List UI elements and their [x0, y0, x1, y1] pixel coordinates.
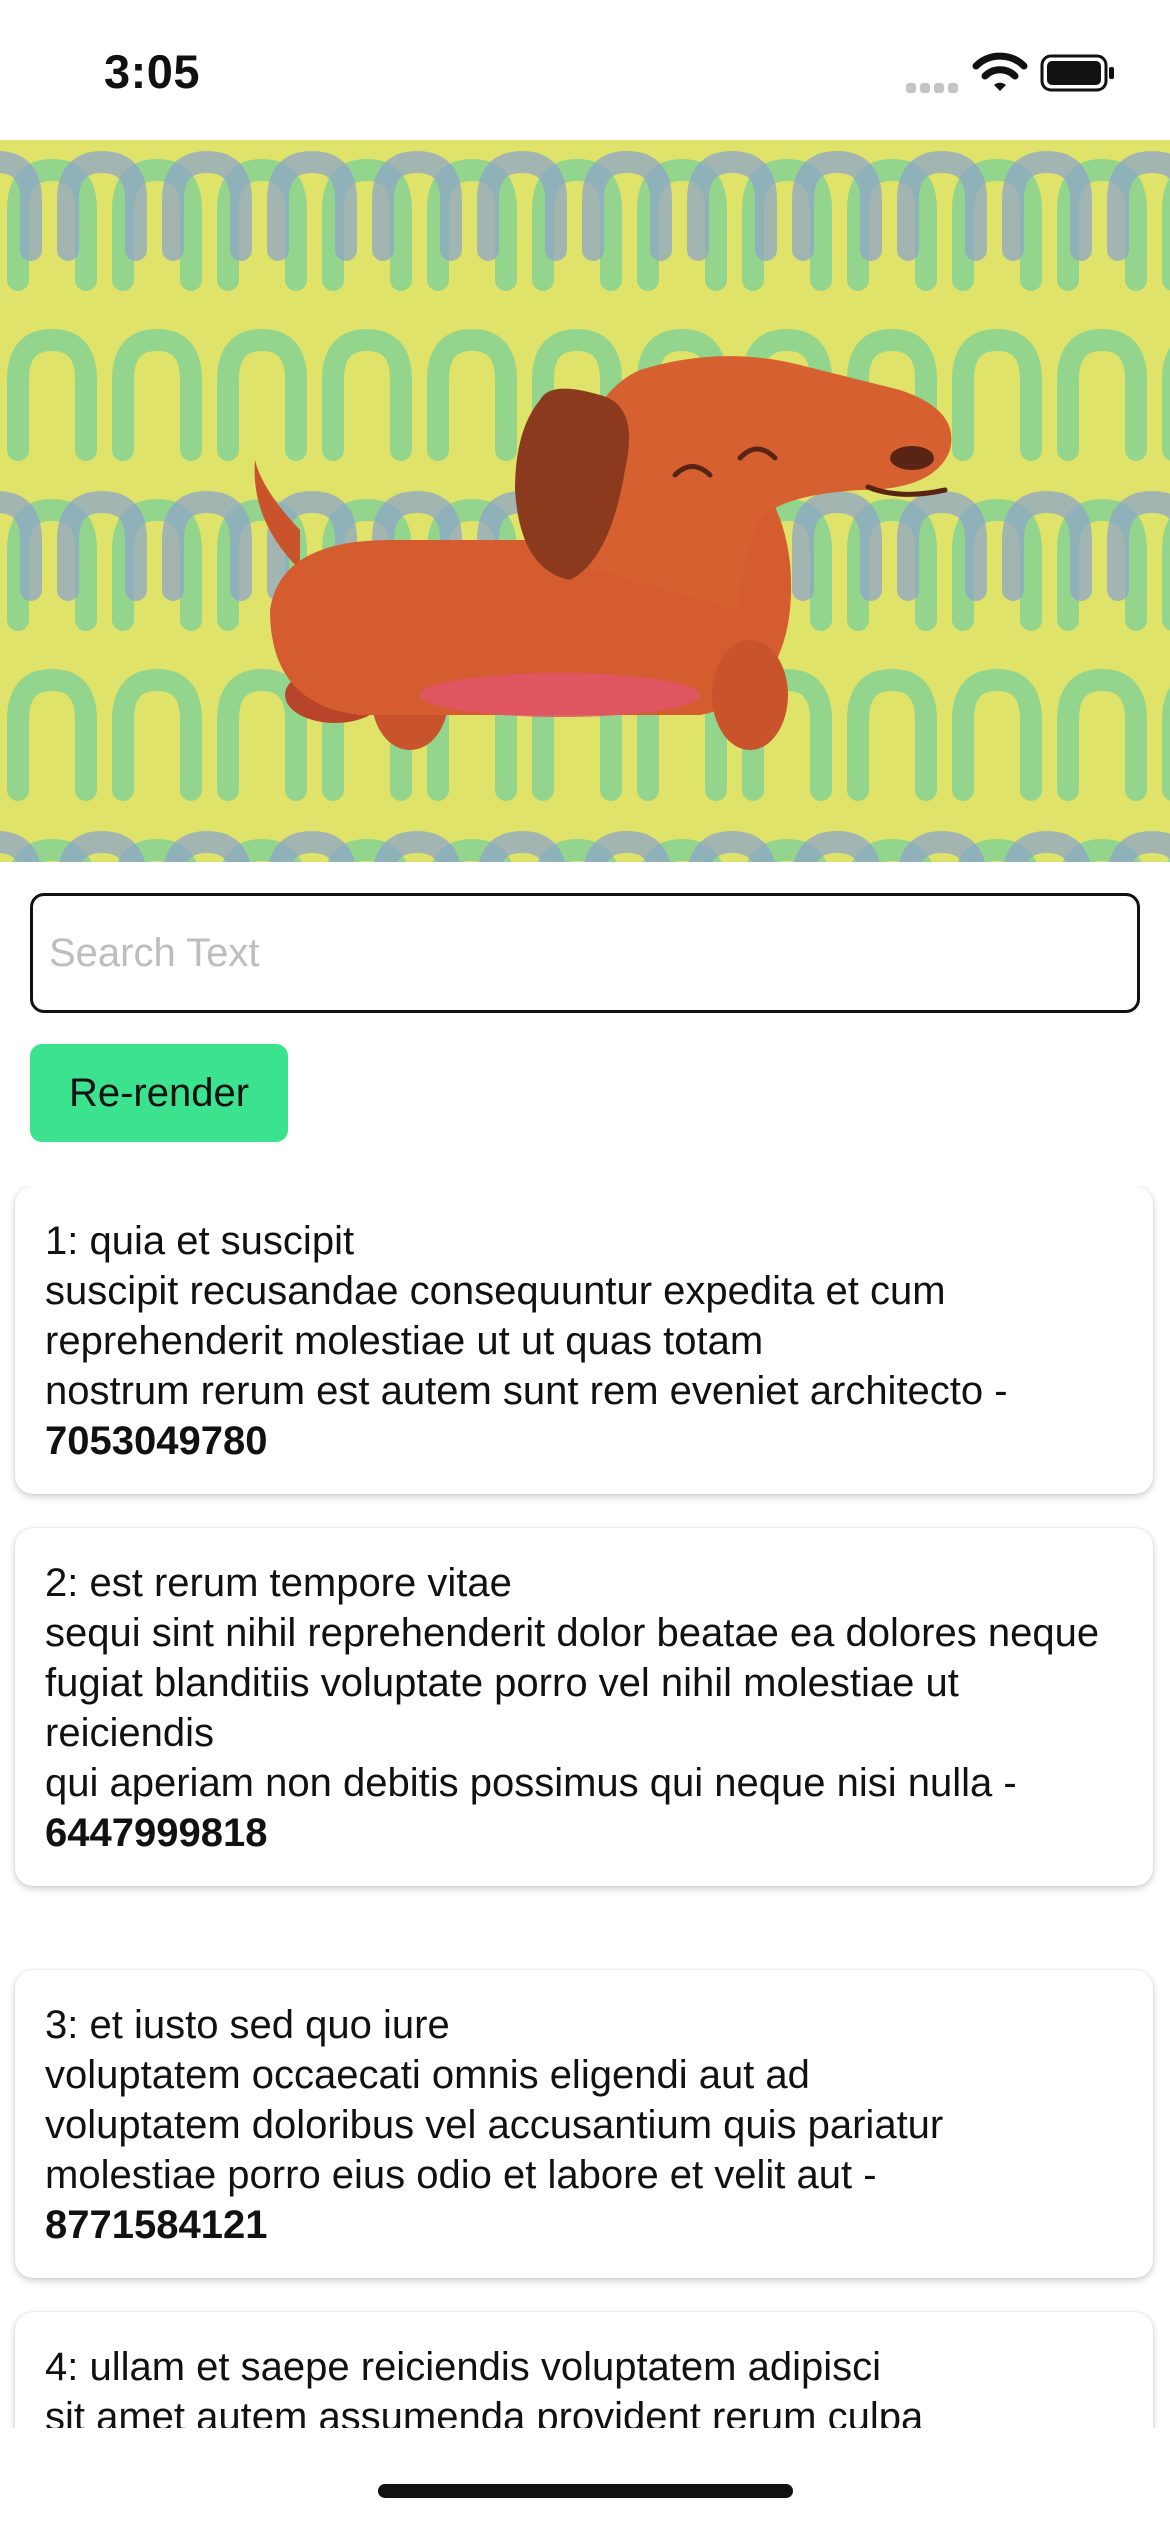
item-body-line: voluptatem occaecati omnis eligendi aut …	[45, 2053, 810, 2097]
item-body-line: sequi sint nihil reprehenderit dolor bea…	[45, 1611, 1100, 1655]
item-body-line: molestiae porro eius odio et labore et v…	[45, 2153, 877, 2197]
item-body-line: reprehenderit molestiae ut ut quas totam	[45, 1319, 764, 1363]
item-title: 3: et iusto sed quo iure	[45, 2003, 450, 2047]
item-body-line: suscipit recusandae consequuntur expedit…	[45, 1269, 946, 1313]
item-list[interactable]: 1: quia et suscipit suscipit recusandae …	[0, 1186, 1170, 2428]
item-body-line: sit amet autem assumenda provident rerum…	[45, 2395, 924, 2428]
item-body-line: fugiat blanditiis voluptate porro vel ni…	[45, 1661, 970, 1755]
item-number: 6447999818	[45, 1811, 268, 1855]
signal-icon	[906, 83, 958, 93]
status-bar: 3:05	[0, 0, 1170, 140]
item-body-line: voluptatem doloribus vel accusantium qui…	[45, 2103, 944, 2147]
hero-image	[0, 140, 1170, 862]
search-input[interactable]	[30, 893, 1140, 1013]
dachshund-illustration	[0, 140, 1170, 862]
list-item: 4: ullam et saepe reiciendis voluptatem …	[15, 2312, 1153, 2428]
item-body-line: nostrum rerum est autem sunt rem eveniet…	[45, 1369, 1008, 1413]
item-body-line: qui aperiam non debitis possimus qui neq…	[45, 1761, 1017, 1805]
re-render-button[interactable]: Re-render	[30, 1044, 288, 1142]
battery-icon	[1040, 54, 1114, 92]
item-number: 7053049780	[45, 1419, 268, 1463]
wifi-icon	[972, 52, 1028, 91]
home-indicator[interactable]	[378, 2484, 793, 2498]
item-number: 8771584121	[45, 2203, 268, 2247]
list-item: 1: quia et suscipit suscipit recusandae …	[15, 1186, 1153, 1494]
list-item: 2: est rerum tempore vitae sequi sint ni…	[15, 1528, 1153, 1886]
item-title: 2: est rerum tempore vitae	[45, 1561, 512, 1605]
list-item: 3: et iusto sed quo iure voluptatem occa…	[15, 1970, 1153, 2278]
item-title: 1: quia et suscipit	[45, 1219, 355, 1263]
status-time: 3:05	[104, 45, 201, 98]
item-title: 4: ullam et saepe reiciendis voluptatem …	[45, 2345, 881, 2389]
